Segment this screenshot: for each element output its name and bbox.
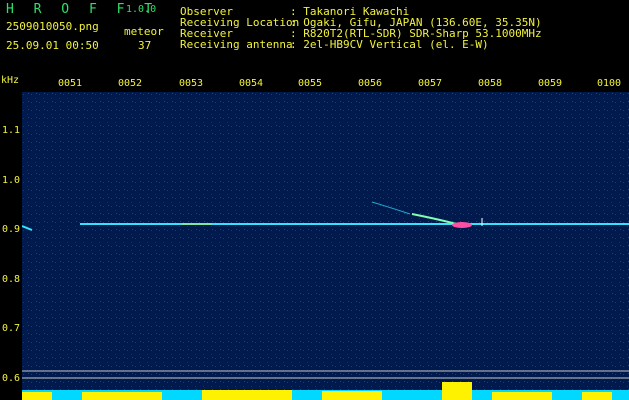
time-axis: 0051 0052 0053 0054 0055 0056 0057 0058 … — [0, 78, 629, 92]
strength-segment — [202, 390, 292, 400]
noise-background — [22, 92, 629, 400]
strength-segment — [322, 391, 382, 400]
time-tick: 0057 — [418, 78, 443, 89]
freq-tick: 1.0 — [2, 175, 21, 186]
meteor-count: 37 — [138, 39, 152, 52]
strength-peak — [442, 382, 472, 400]
spectrogram-plot — [22, 92, 629, 400]
file-datetime: 25.09.01 00:50 — [6, 39, 99, 52]
info-value-antenna: : 2el-HB9CV Vertical (el. E-W) — [290, 38, 489, 51]
spectrogram-svg — [22, 92, 629, 400]
app-version: 1.0.0 — [126, 4, 157, 15]
time-tick: 0056 — [358, 78, 383, 89]
time-tick: 0059 — [538, 78, 563, 89]
freq-tick: 0.8 — [2, 274, 21, 285]
time-tick: 0051 — [58, 78, 83, 89]
freq-tick: 1.1 — [2, 125, 21, 136]
time-tick: 0053 — [179, 78, 204, 89]
time-tick: 0055 — [298, 78, 323, 89]
strength-segment — [22, 392, 52, 400]
freq-tick: 0.6 — [2, 373, 21, 384]
meteor-label: meteor — [124, 25, 164, 38]
strength-segment — [82, 392, 162, 400]
strength-segment — [582, 392, 612, 400]
time-tick: 0100 — [597, 78, 622, 89]
freq-tick: 0.9 — [2, 224, 21, 235]
strength-segment — [492, 392, 552, 400]
file-name: 2509010050.png — [6, 20, 99, 33]
meteor-head-echo — [452, 222, 472, 228]
time-tick: 0058 — [478, 78, 503, 89]
time-tick: 0054 — [239, 78, 264, 89]
time-tick: 0052 — [118, 78, 143, 89]
header-panel: H R O F F T 1.0.0 2509010050.png 25.09.0… — [0, 0, 629, 74]
info-key-antenna: Receiving antenna — [180, 38, 293, 51]
freq-tick: 0.7 — [2, 323, 21, 334]
